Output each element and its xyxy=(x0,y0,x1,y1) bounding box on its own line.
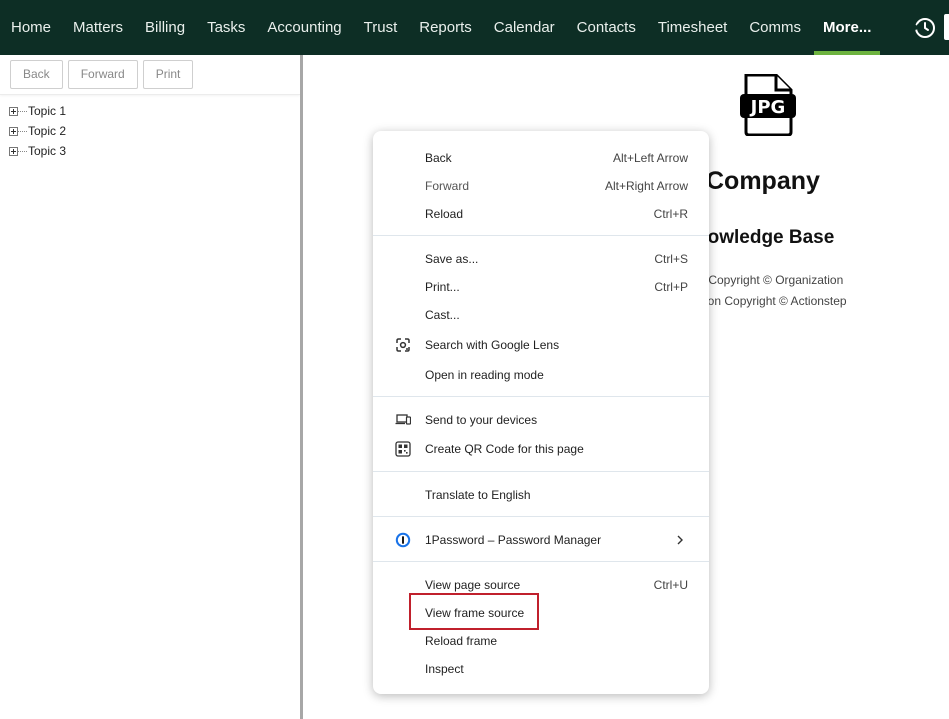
nav-timesheet[interactable]: Timesheet xyxy=(647,0,738,55)
tree-item-label[interactable]: Topic 3 xyxy=(28,144,66,158)
nav-more[interactable]: More... xyxy=(812,0,882,55)
topic-tree: Topic 1 Topic 2 Topic 3 xyxy=(0,95,300,161)
menu-item-reading-mode[interactable]: Open in reading mode xyxy=(373,363,709,387)
1password-icon xyxy=(395,532,411,548)
company-heading: Company xyxy=(706,167,820,195)
expand-plus-icon[interactable] xyxy=(9,146,18,156)
svg-text:JPG: JPG xyxy=(749,97,786,118)
google-lens-icon xyxy=(396,338,410,352)
highlight-box-view-frame-source xyxy=(409,593,539,630)
jpg-file-icon: JPG xyxy=(740,74,796,136)
menu-item-print[interactable]: Print... Ctrl+P xyxy=(373,275,709,299)
menu-item-google-lens[interactable]: Search with Google Lens xyxy=(373,333,709,357)
help-nav-pane: Back Forward Print Topic 1 Topic 2 Topic… xyxy=(0,55,300,719)
copyright-line-2: ation Copyright © Actionstep xyxy=(695,294,847,308)
menu-item-forward[interactable]: Forward Alt+Right Arrow xyxy=(373,174,709,198)
nav-home[interactable]: Home xyxy=(0,0,62,55)
tree-item-topic-3[interactable]: Topic 3 xyxy=(9,141,300,161)
menu-separator xyxy=(373,516,709,517)
copyright-line-1: nt Copyright © Organization xyxy=(695,273,844,287)
menu-item-qr-code[interactable]: Create QR Code for this page xyxy=(373,437,709,461)
menu-item-cast[interactable]: Cast... xyxy=(373,303,709,327)
help-toolbar: Back Forward Print xyxy=(0,55,300,95)
menu-item-send-to-devices[interactable]: Send to your devices xyxy=(373,408,709,432)
nav-overflow-edge xyxy=(944,14,949,40)
tree-item-topic-1[interactable]: Topic 1 xyxy=(9,101,300,121)
top-nav-bar: Home Matters Billing Tasks Accounting Tr… xyxy=(0,0,949,55)
devices-icon xyxy=(395,414,411,425)
chevron-right-icon xyxy=(677,535,683,545)
knowledge-base-heading: nowledge Base xyxy=(696,227,835,248)
nav-tasks[interactable]: Tasks xyxy=(196,0,256,55)
menu-separator xyxy=(373,561,709,562)
nav-reports[interactable]: Reports xyxy=(408,0,483,55)
tree-item-label[interactable]: Topic 2 xyxy=(28,124,66,138)
menu-item-back[interactable]: Back Alt+Left Arrow xyxy=(373,146,709,170)
back-button[interactable]: Back xyxy=(10,60,63,89)
nav-matters[interactable]: Matters xyxy=(62,0,134,55)
menu-item-save-as[interactable]: Save as... Ctrl+S xyxy=(373,247,709,271)
nav-trust[interactable]: Trust xyxy=(353,0,409,55)
menu-item-reload[interactable]: Reload Ctrl+R xyxy=(373,202,709,226)
menu-item-reload-frame[interactable]: Reload frame xyxy=(373,629,709,653)
qr-code-icon xyxy=(395,441,411,457)
nav-accounting[interactable]: Accounting xyxy=(256,0,352,55)
nav-billing[interactable]: Billing xyxy=(134,0,196,55)
menu-separator xyxy=(373,471,709,472)
menu-separator xyxy=(373,396,709,397)
nav-comms[interactable]: Comms xyxy=(738,0,812,55)
nav-calendar[interactable]: Calendar xyxy=(483,0,566,55)
nav-contacts[interactable]: Contacts xyxy=(566,0,647,55)
menu-separator xyxy=(373,235,709,236)
print-button[interactable]: Print xyxy=(142,60,194,89)
expand-plus-icon[interactable] xyxy=(9,106,18,116)
history-icon[interactable] xyxy=(912,15,938,41)
expand-plus-icon[interactable] xyxy=(9,126,18,136)
forward-button[interactable]: Forward xyxy=(67,60,138,89)
menu-item-translate[interactable]: Translate to English xyxy=(373,483,709,507)
tree-item-label[interactable]: Topic 1 xyxy=(28,104,66,118)
menu-item-inspect[interactable]: Inspect xyxy=(373,657,709,681)
tree-item-topic-2[interactable]: Topic 2 xyxy=(9,121,300,141)
menu-item-1password[interactable]: 1Password – Password Manager xyxy=(373,528,709,552)
